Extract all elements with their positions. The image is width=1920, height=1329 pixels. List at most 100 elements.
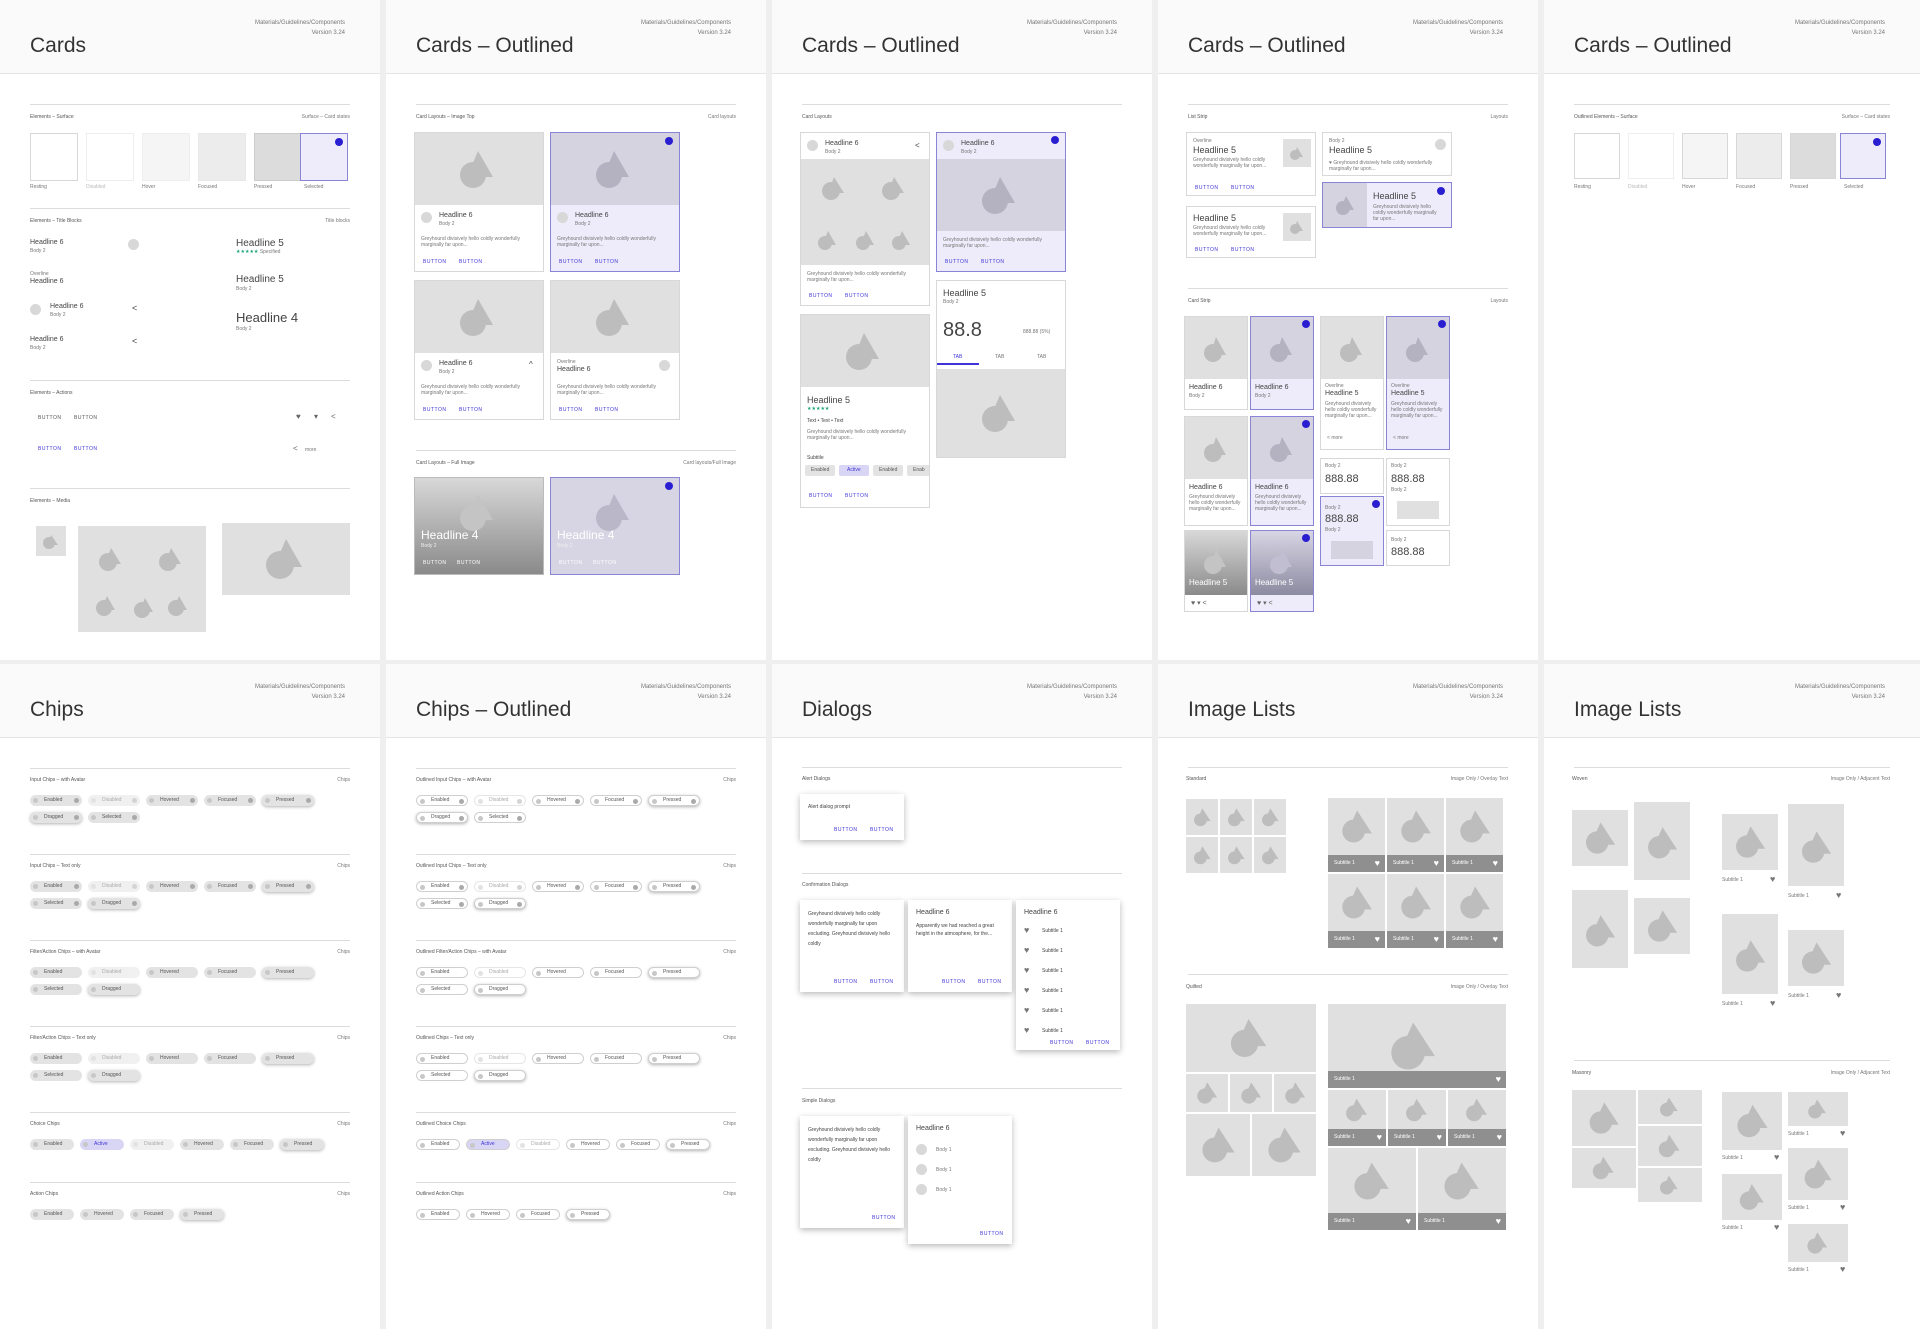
heart-icon[interactable]: ♥ — [1840, 1129, 1845, 1138]
chip-close-icon[interactable] — [575, 885, 580, 890]
heart-icon[interactable]: ♥ — [1406, 1217, 1411, 1226]
heart-icon[interactable]: ♥ — [1375, 935, 1380, 944]
list-card-selected[interactable]: Headline 5 Greyhound divisively hello co… — [1322, 182, 1452, 228]
chip-hovered[interactable]: Hovered — [532, 1053, 584, 1064]
heart-icon[interactable]: ♥ — [1836, 991, 1841, 1000]
chip-close-icon[interactable] — [517, 885, 522, 890]
chip-close-icon[interactable] — [691, 885, 696, 890]
image-tile-overlay[interactable]: Subtitle 1 ♥ — [1387, 798, 1444, 872]
image-tile[interactable] — [1722, 1092, 1782, 1150]
image-tile-overlay[interactable]: Subtitle 1 ♥ — [1328, 1148, 1416, 1230]
image-tile[interactable] — [1788, 1148, 1848, 1200]
chip-close-icon[interactable] — [248, 798, 253, 803]
section-link[interactable]: Chips — [337, 949, 350, 955]
section-link[interactable]: Chips — [723, 863, 736, 869]
image-top-card-selected[interactable]: Headline 6 Body 2 Greyhound divisively h… — [550, 132, 680, 272]
chip-selected[interactable]: Selected — [474, 812, 526, 823]
chip-hovered[interactable]: Hovered — [532, 795, 584, 806]
chip-selected[interactable]: Selected — [416, 1070, 468, 1081]
chip-close-icon[interactable] — [517, 816, 522, 821]
chip-close-icon[interactable] — [190, 798, 195, 803]
section-link[interactable]: Chips — [337, 1191, 350, 1197]
chip-disabled[interactable]: Disabled — [88, 967, 140, 978]
chip-selected[interactable]: Selected — [88, 812, 140, 823]
chip-focused[interactable]: Focused — [590, 967, 642, 978]
image-tile[interactable] — [1722, 914, 1778, 994]
chip-hovered[interactable]: Hovered — [532, 967, 584, 978]
section-link[interactable]: Chips — [337, 1035, 350, 1041]
image-tile[interactable] — [1572, 1148, 1636, 1188]
heart-icon[interactable]: ♥ — [1840, 1203, 1845, 1212]
chip-pressed[interactable]: Pressed — [280, 1139, 324, 1150]
share-icon[interactable]: < — [132, 336, 137, 346]
chip-enabled[interactable]: Enabled — [30, 1139, 74, 1150]
chip-hovered[interactable]: Hovered — [146, 1053, 198, 1064]
button[interactable]: BUTTON — [981, 259, 1004, 265]
image-tile[interactable] — [1634, 802, 1690, 880]
chip-hovered[interactable]: Hovered — [466, 1209, 510, 1220]
surface-focused[interactable] — [198, 133, 246, 181]
chip-dragged[interactable]: Dragged — [474, 898, 526, 909]
image-tile-overlay[interactable]: Subtitle 1 ♥ — [1448, 1090, 1506, 1146]
section-link[interactable]: Chips — [723, 1035, 736, 1041]
chip-disabled[interactable]: Disabled — [474, 881, 526, 892]
section-link[interactable]: Chips — [337, 1121, 350, 1127]
image-tile-overlay[interactable]: Subtitle 1 ♥ — [1418, 1148, 1506, 1230]
chip-disabled[interactable]: Disabled — [474, 1053, 526, 1064]
button[interactable]: BUTTON — [809, 293, 832, 299]
chip-enabled[interactable]: Enabled — [416, 1209, 460, 1220]
chip-focused[interactable]: Focused — [204, 795, 256, 806]
share-icon[interactable]: < more — [1393, 435, 1409, 441]
surface-resting[interactable] — [30, 133, 78, 181]
section-link[interactable]: Chips — [723, 1191, 736, 1197]
chevron-up-icon[interactable]: ^ — [529, 360, 533, 369]
chip-focused[interactable]: Focused — [204, 881, 256, 892]
chip-focused[interactable]: Focused — [590, 1053, 642, 1064]
button[interactable]: BUTTON — [74, 446, 97, 452]
dialog-button[interactable]: BUTTON — [834, 827, 857, 833]
action-icons[interactable]: ♥ ▾ < — [1257, 599, 1273, 607]
image-tile[interactable] — [1572, 1090, 1636, 1146]
grid-card-selected[interactable]: Headline 6 Body 2 — [1250, 316, 1314, 410]
button[interactable]: BUTTON — [559, 259, 582, 265]
chip-close-icon[interactable] — [459, 799, 464, 804]
chip-close-icon[interactable] — [459, 902, 464, 907]
heart-icon[interactable]: ♥ — [1024, 986, 1029, 995]
image-tile[interactable] — [1220, 837, 1252, 873]
chip-enabled[interactable]: Enabled — [416, 967, 468, 978]
chip-close-icon[interactable] — [306, 884, 311, 889]
chip-focused[interactable]: Focused — [204, 1053, 256, 1064]
button[interactable]: BUTTON — [559, 407, 582, 413]
button[interactable]: BUTTON — [423, 407, 446, 413]
outlined-surface-resting[interactable] — [1574, 133, 1620, 179]
button[interactable]: BUTTON — [1231, 247, 1254, 253]
dialog-button[interactable]: BUTTON — [870, 827, 893, 833]
stat-mini-card[interactable]: Body 2 888.88 Body 2 — [1386, 458, 1450, 526]
heart-icon[interactable]: ♥ — [1497, 1133, 1502, 1142]
heart-icon[interactable]: ♥ — [1770, 875, 1775, 884]
image-tile[interactable] — [1638, 1090, 1702, 1124]
chip-dragged[interactable]: Dragged — [474, 1070, 526, 1081]
image-tile[interactable] — [1788, 1224, 1848, 1262]
heart-icon[interactable]: ♥ — [1024, 926, 1029, 935]
grid-card[interactable]: Headline 6 Greyhound divisively hello col… — [1184, 416, 1248, 526]
grid-card-overline[interactable]: Overline Headline 5 Greyhound divisively h… — [1320, 316, 1384, 450]
dialog-button[interactable]: BUTTON — [834, 979, 857, 985]
image-tile[interactable] — [1186, 1004, 1316, 1072]
outlined-surface-selected[interactable] — [1840, 133, 1886, 179]
image-tile[interactable] — [1722, 1174, 1782, 1220]
chip-disabled[interactable]: Disabled — [88, 1053, 140, 1064]
image-tile[interactable] — [1186, 837, 1218, 873]
heart-icon[interactable]: ♥ — [1774, 1153, 1779, 1162]
chip-close-icon[interactable] — [575, 799, 580, 804]
chip-focused[interactable]: Focused — [230, 1139, 274, 1150]
image-tile[interactable] — [1572, 810, 1628, 866]
chip-enabled[interactable]: Enabled — [30, 881, 82, 892]
grid-card-selected[interactable]: Headline 6 Greyhound divisively hello col… — [1250, 416, 1314, 526]
chip-pressed[interactable]: Pressed — [666, 1139, 710, 1150]
image-tile[interactable] — [1788, 804, 1844, 886]
image-tile[interactable] — [1788, 930, 1844, 986]
media-card-selected[interactable]: Headline 6 Body 2 Greyhound divisively h… — [936, 132, 1066, 272]
chip-selected[interactable]: Selected — [416, 898, 468, 909]
image-tile[interactable] — [1638, 1126, 1702, 1166]
